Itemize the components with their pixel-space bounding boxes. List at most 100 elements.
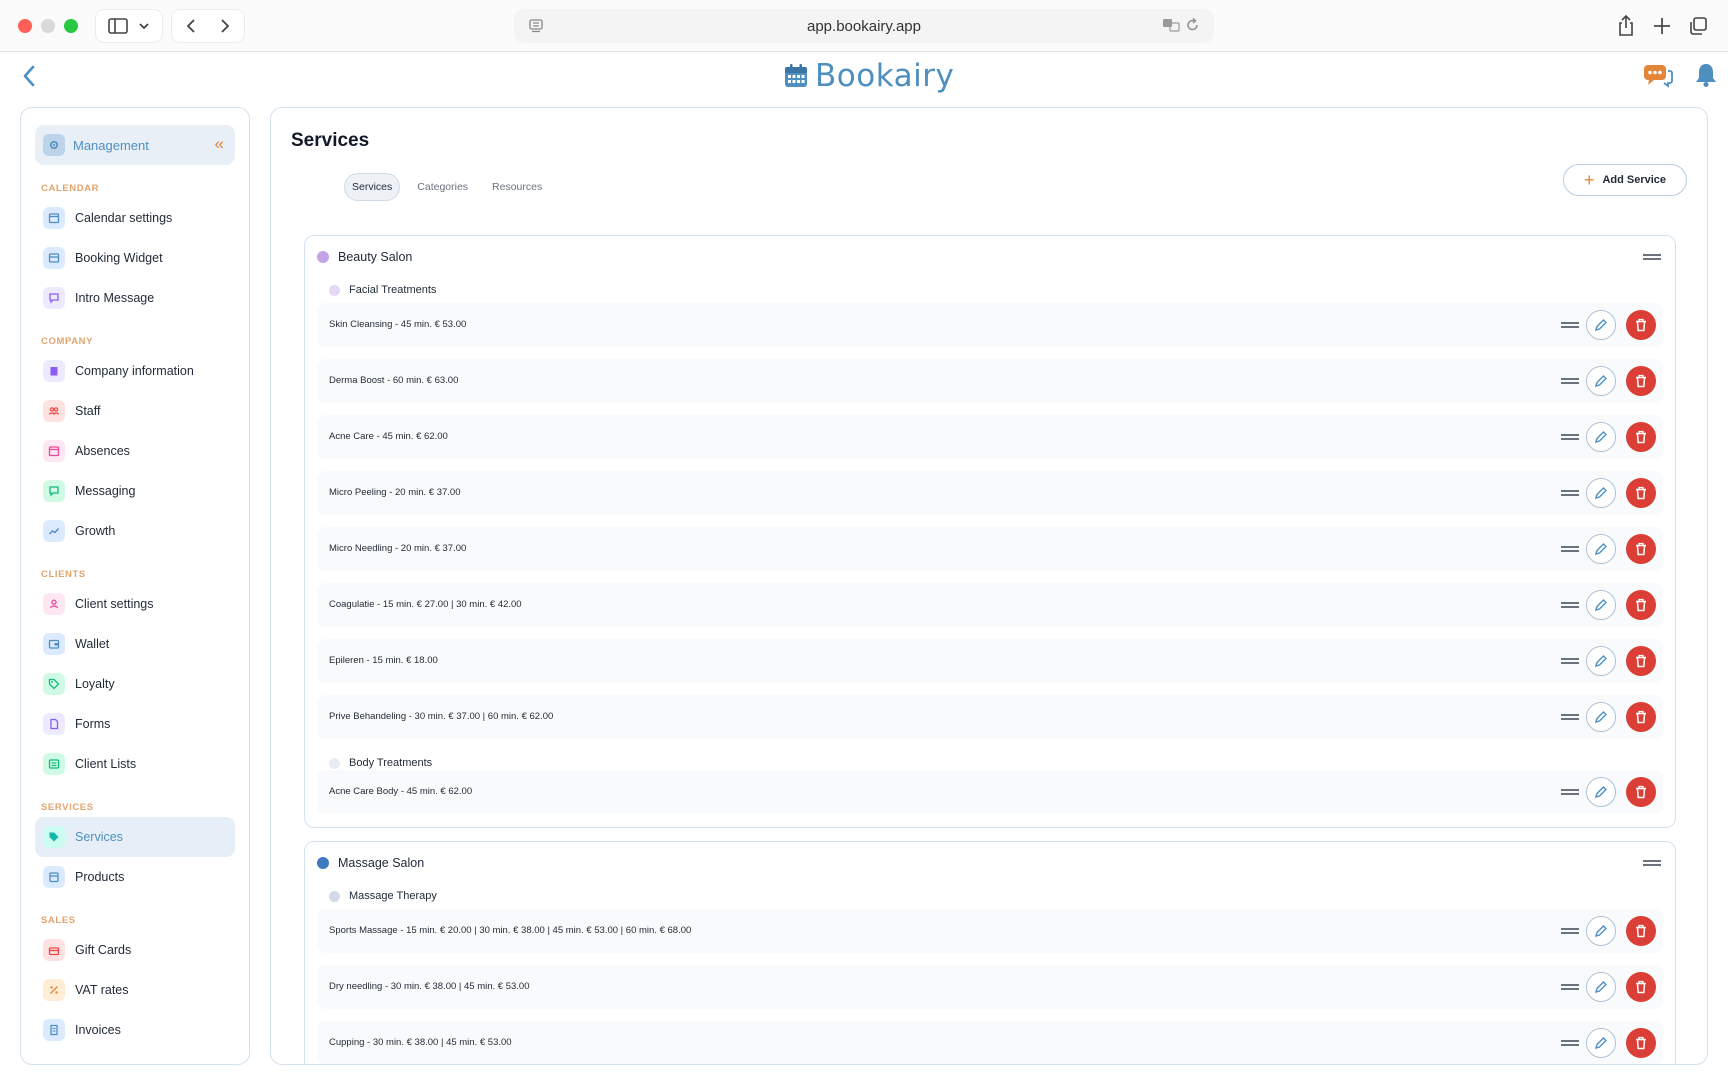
drag-handle-icon[interactable] (1561, 928, 1579, 934)
tab-resources[interactable]: Resources (485, 174, 549, 200)
drag-handle-icon[interactable] (1561, 658, 1579, 664)
page-title: Services (291, 130, 370, 151)
collapse-sidebar-icon[interactable]: « (215, 134, 225, 154)
service-row[interactable]: Prive Behandeling - 30 min. € 37.00 | 60… (317, 695, 1663, 739)
service-row[interactable]: Sports Massage - 15 min. € 20.00 | 30 mi… (317, 909, 1663, 953)
service-row[interactable]: Skin Cleansing - 45 min. € 53.00 (317, 303, 1663, 347)
form-icon (43, 713, 65, 735)
gift-icon (43, 939, 65, 961)
delete-button[interactable] (1626, 972, 1656, 1002)
drag-handle-icon[interactable] (1643, 860, 1661, 866)
service-row[interactable]: Coagulatie - 15 min. € 27.00 | 30 min. €… (317, 583, 1663, 627)
pencil-icon (1594, 981, 1607, 994)
sidebar-item-calendar-settings[interactable]: Calendar settings (35, 198, 235, 238)
service-row[interactable]: Derma Boost - 60 min. € 63.00 (317, 359, 1663, 403)
sidebar-item-gift-cards[interactable]: Gift Cards (35, 930, 235, 970)
edit-button[interactable] (1586, 972, 1616, 1002)
chat-bubbles-icon[interactable] (1643, 62, 1673, 88)
back-arrow-icon[interactable] (18, 62, 42, 90)
delete-button[interactable] (1626, 777, 1656, 807)
sidebar-item-wallet[interactable]: Wallet (35, 624, 235, 664)
sidebar-item-invoices[interactable]: Invoices (35, 1010, 235, 1050)
sidebar-item-forms[interactable]: Forms (35, 704, 235, 744)
service-row[interactable]: Micro Peeling - 20 min. € 37.00 (317, 471, 1663, 515)
delete-button[interactable] (1626, 366, 1656, 396)
sidebar-item-intro-message[interactable]: Intro Message (35, 278, 235, 318)
reload-icon[interactable] (1186, 17, 1200, 33)
close-window-button[interactable] (18, 19, 32, 33)
drag-handle-icon[interactable] (1561, 984, 1579, 990)
edit-button[interactable] (1586, 777, 1616, 807)
delete-button[interactable] (1626, 646, 1656, 676)
share-icon[interactable] (1616, 14, 1636, 38)
sidebar-item-services[interactable]: Services (35, 817, 235, 857)
translate-icon[interactable] (1162, 17, 1180, 33)
delete-button[interactable] (1626, 590, 1656, 620)
delete-button[interactable] (1626, 534, 1656, 564)
delete-button[interactable] (1626, 310, 1656, 340)
edit-button[interactable] (1586, 310, 1616, 340)
sidebar-toggle-button[interactable] (96, 10, 162, 42)
maximize-window-button[interactable] (64, 19, 78, 33)
edit-button[interactable] (1586, 1028, 1616, 1058)
edit-button[interactable] (1586, 366, 1616, 396)
sidebar-item-label: Absences (75, 444, 130, 458)
sidebar-item-client-settings[interactable]: Client settings (35, 584, 235, 624)
edit-button[interactable] (1586, 916, 1616, 946)
service-row[interactable]: Epileren - 15 min. € 18.00 (317, 639, 1663, 683)
sidebar-item-booking-widget[interactable]: Booking Widget (35, 238, 235, 278)
delete-button[interactable] (1626, 1028, 1656, 1058)
edit-button[interactable] (1586, 646, 1616, 676)
reader-icon[interactable] (528, 18, 544, 34)
delete-button[interactable] (1626, 702, 1656, 732)
trash-icon (1636, 980, 1646, 994)
back-icon[interactable] (185, 18, 197, 34)
category-color-dot (329, 890, 340, 902)
add-service-button[interactable]: + Add Service (1563, 164, 1687, 196)
edit-button[interactable] (1586, 478, 1616, 508)
drag-handle-icon[interactable] (1561, 602, 1579, 608)
drag-handle-icon[interactable] (1561, 322, 1579, 328)
category-name: Facial Treatments (349, 284, 437, 296)
sidebar-item-products[interactable]: Products (35, 857, 235, 897)
tab-services[interactable]: Services (344, 173, 401, 201)
delete-button[interactable] (1626, 916, 1656, 946)
edit-button[interactable] (1586, 590, 1616, 620)
tab-overview-icon[interactable] (1688, 16, 1708, 36)
drag-handle-icon[interactable] (1561, 789, 1579, 795)
drag-handle-icon[interactable] (1561, 490, 1579, 496)
service-row[interactable]: Acne Care - 45 min. € 62.00 (317, 415, 1663, 459)
delete-button[interactable] (1626, 422, 1656, 452)
minimize-window-button[interactable] (41, 19, 55, 33)
drag-handle-icon[interactable] (1561, 1040, 1579, 1046)
service-row[interactable]: Dry needling - 30 min. € 38.00 | 45 min.… (317, 965, 1663, 1009)
edit-button[interactable] (1586, 422, 1616, 452)
new-tab-icon[interactable] (1652, 16, 1672, 36)
drag-handle-icon[interactable] (1561, 546, 1579, 552)
management-header[interactable]: Management « (35, 125, 235, 165)
sidebar-item-absences[interactable]: Absences (35, 431, 235, 471)
sidebar-item-client-lists[interactable]: Client Lists (35, 744, 235, 784)
tab-categories[interactable]: Categories (410, 174, 475, 200)
forward-icon[interactable] (219, 18, 231, 34)
drag-handle-icon[interactable] (1643, 254, 1661, 260)
sidebar-item-vat-rates[interactable]: VAT rates (35, 970, 235, 1010)
drag-handle-icon[interactable] (1561, 434, 1579, 440)
service-row[interactable]: Acne Care Body - 45 min. € 62.00 (317, 770, 1663, 814)
sidebar-item-messaging[interactable]: Messaging (35, 471, 235, 511)
edit-button[interactable] (1586, 702, 1616, 732)
pencil-icon (1594, 375, 1607, 388)
sidebar-item-staff[interactable]: Staff (35, 391, 235, 431)
bell-icon[interactable] (1694, 62, 1718, 88)
sidebar-item-company-information[interactable]: Company information (35, 351, 235, 391)
sidebar-item-loyalty[interactable]: Loyalty (35, 664, 235, 704)
service-row[interactable]: Micro Needling - 20 min. € 37.00 (317, 527, 1663, 571)
service-row[interactable]: Cupping - 30 min. € 38.00 | 45 min. € 53… (317, 1021, 1663, 1064)
drag-handle-icon[interactable] (1561, 378, 1579, 384)
drag-handle-icon[interactable] (1561, 714, 1579, 720)
address-bar[interactable]: app.bookairy.app (514, 9, 1214, 43)
delete-button[interactable] (1626, 478, 1656, 508)
service-label: Cupping - 30 min. € 38.00 | 45 min. € 53… (329, 1037, 512, 1048)
edit-button[interactable] (1586, 534, 1616, 564)
sidebar-item-growth[interactable]: Growth (35, 511, 235, 551)
